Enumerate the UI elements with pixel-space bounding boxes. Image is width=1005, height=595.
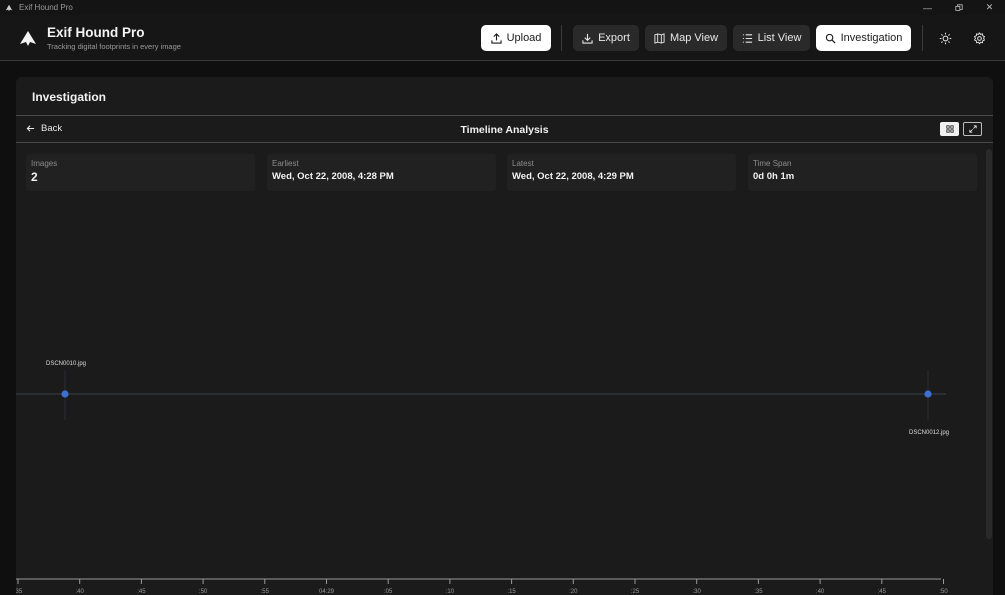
download-icon (582, 33, 593, 44)
timeline-title: Timeline Analysis (460, 124, 549, 136)
axis-tick-label: :15 (507, 589, 516, 595)
restore-button[interactable] (943, 0, 974, 15)
stat-label: Time Span (753, 159, 792, 168)
list-view-label: List View (757, 32, 802, 44)
export-button[interactable]: Export (573, 25, 639, 51)
list-view-button[interactable]: List View (733, 25, 810, 51)
stat-earliest: Earliest Wed, Oct 22, 2008, 4:28 PM (267, 154, 496, 191)
axis-tick-label: :50 (939, 589, 948, 595)
stat-label: Latest (512, 159, 534, 168)
app-tagline: Tracking digital footprints in every ima… (47, 42, 181, 51)
fullscreen-button[interactable] (963, 122, 982, 136)
stat-time-span: Time Span 0d 0h 1m (748, 154, 977, 191)
minimize-button[interactable]: — (912, 0, 943, 15)
app-header: Exif Hound Pro Tracking digital footprin… (0, 15, 1005, 61)
timeline-toolbar: Back Timeline Analysis (16, 115, 993, 143)
stat-value: Wed, Oct 22, 2008, 4:28 PM (272, 171, 394, 182)
axis-tick-label: :20 (569, 589, 578, 595)
app-name: Exif Hound Pro (47, 25, 145, 40)
stat-value: Wed, Oct 22, 2008, 4:29 PM (512, 171, 634, 182)
map-view-label: Map View (669, 32, 719, 44)
export-label: Export (598, 32, 630, 44)
panel-title: Investigation (32, 90, 107, 104)
axis-tick-label: :35 (754, 589, 763, 595)
window-title: Exif Hound Pro (19, 3, 73, 12)
stat-value: 2 (31, 170, 38, 184)
stat-label: Earliest (272, 159, 299, 168)
axis-tick-label: :05 (384, 589, 393, 595)
grid-view-toggle[interactable] (940, 122, 959, 136)
timeline-chart: DSCN0010.jpg DSCN0012.jpg :35 :40 :45 :50 :55 0… (16, 361, 949, 595)
grid-icon (945, 125, 954, 133)
header-divider-2 (922, 25, 923, 51)
map-view-button[interactable]: Map View (645, 25, 727, 51)
settings-button[interactable] (970, 29, 988, 47)
stat-label: Images (31, 159, 58, 168)
axis-tick-label: :35 (16, 589, 23, 595)
header-divider (561, 25, 562, 51)
timeline-event-label: DSCN0012.jpg (909, 430, 949, 436)
investigation-label: Investigation (840, 32, 903, 44)
stat-images: Images 2 (26, 154, 255, 191)
sun-icon (939, 32, 951, 44)
investigation-button[interactable]: Investigation (816, 25, 911, 51)
upload-icon (490, 32, 502, 44)
window-title-bar: Exif Hound Pro — ✕ (0, 0, 1005, 15)
axis-tick-label: :50 (199, 589, 208, 595)
app-logo-icon (4, 3, 14, 13)
brand-logo-icon (20, 31, 36, 46)
axis-tick-label: :55 (261, 589, 270, 595)
expand-icon (968, 125, 977, 133)
axis-tick-label: :40 (816, 589, 825, 595)
stat-value: 0d 0h 1m (753, 171, 795, 182)
axis-tick-label: :40 (76, 589, 85, 595)
brand: Exif Hound Pro Tracking digital footprin… (19, 25, 181, 51)
timeline-event-label: DSCN0010.jpg (46, 361, 86, 367)
upload-label: Upload (506, 32, 542, 44)
theme-toggle-button[interactable] (936, 29, 954, 47)
axis-tick-label: :45 (878, 589, 887, 595)
gear-icon (973, 31, 985, 44)
list-icon (742, 33, 752, 43)
stat-latest: Latest Wed, Oct 22, 2008, 4:29 PM (507, 154, 736, 191)
upload-button[interactable]: Upload (481, 25, 551, 51)
timeline-event-point[interactable] (924, 390, 932, 398)
close-window-button[interactable]: ✕ (974, 0, 1005, 15)
axis-tick-label: 04:29 (319, 589, 335, 595)
axis-tick-label: :10 (446, 589, 455, 595)
timeline-event-point[interactable] (61, 390, 69, 398)
axis-tick-label: :30 (693, 589, 702, 595)
map-icon (654, 32, 665, 44)
axis-tick-label: :25 (631, 589, 640, 595)
axis-tick-label: :45 (137, 589, 146, 595)
search-icon (825, 33, 836, 44)
